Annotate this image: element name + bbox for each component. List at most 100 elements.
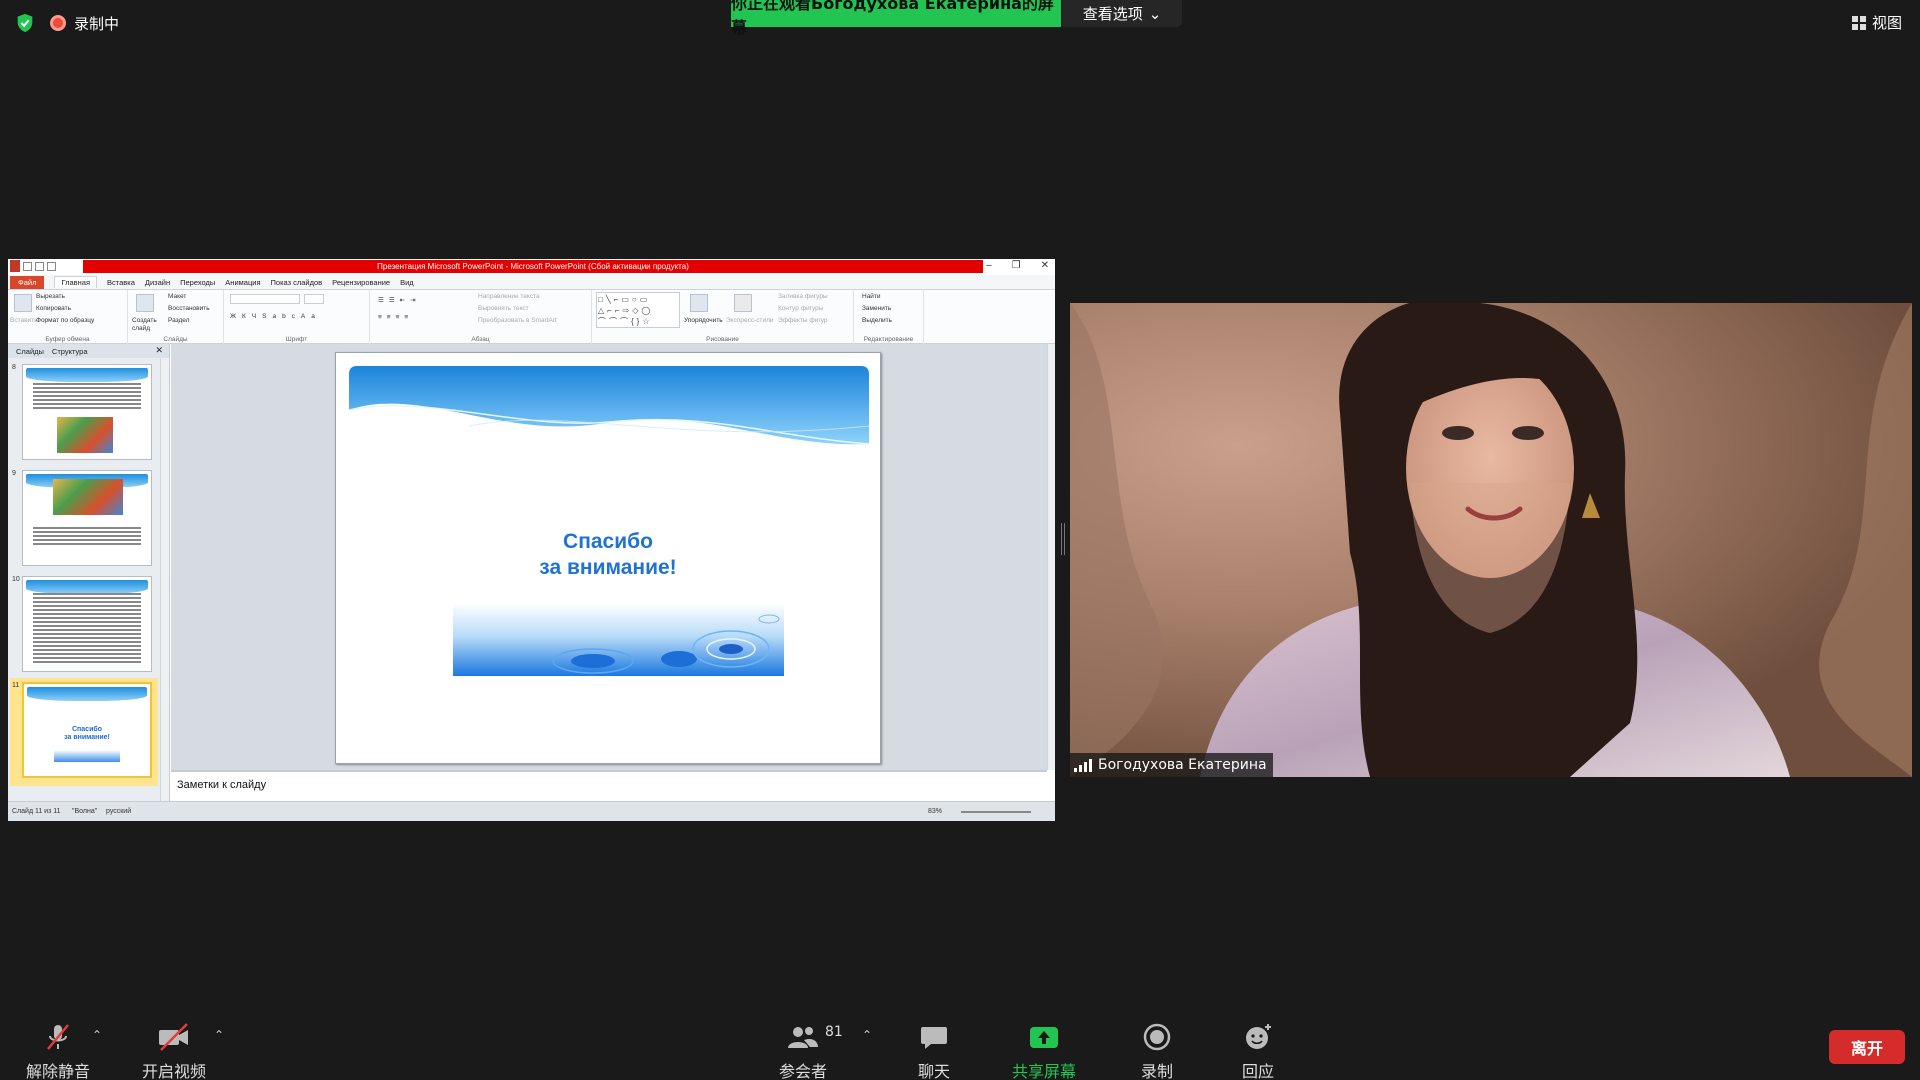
zoom-slider[interactable] (961, 811, 1031, 813)
close-icon[interactable]: ✕ (155, 345, 163, 356)
undo-icon[interactable] (35, 262, 44, 271)
layout-button[interactable]: Макет (168, 293, 186, 300)
shapes-gallery[interactable]: □╲⌐▭○▭ △⌐⌐⇨◇◯ ⌒⌒⌒{}☆ (596, 292, 680, 328)
paste-icon[interactable] (14, 294, 32, 312)
security-shield-icon[interactable] (14, 12, 36, 34)
shape-outline-button[interactable]: Контур фигуры (778, 305, 823, 312)
quick-styles-button[interactable]: Экспресс-стили (726, 317, 774, 324)
align-text-button[interactable]: Выровнять текст (478, 305, 529, 312)
thumbnail-wave (26, 580, 148, 594)
minimize-icon[interactable]: – (986, 260, 992, 271)
format-painter-button[interactable]: Формат по образцу (36, 317, 94, 324)
tab-slides[interactable]: Слайды (16, 347, 44, 356)
find-button[interactable]: Найти (862, 293, 881, 300)
participants-icon (788, 1027, 818, 1048)
tab-animations[interactable]: Анимация (225, 278, 260, 287)
reset-button[interactable]: Восстановить (168, 305, 210, 312)
chevron-down-icon: ⌄ (1148, 4, 1162, 23)
arrange-icon[interactable] (690, 294, 708, 312)
slides-pane: Слайды Структура ✕ 8 9 10 11 Спасибо за … (8, 344, 170, 801)
recording-label: 录制中 (74, 14, 120, 33)
section-button[interactable]: Раздел (168, 317, 189, 324)
paste-button[interactable]: Вставить (10, 317, 38, 324)
tab-review[interactable]: Рецензирование (332, 278, 390, 287)
unmute-button[interactable]: 解除静音 (26, 1022, 90, 1080)
slide-header-wave (349, 366, 869, 445)
record-button[interactable]: 录制 (1141, 1022, 1173, 1080)
notes-field[interactable]: Заметки к слайду (171, 770, 1047, 799)
powerpoint-logo-icon (10, 260, 20, 272)
thumbnail-title-line2: за внимание! (64, 734, 110, 741)
leave-meeting-button[interactable]: 离开 (1829, 1030, 1905, 1064)
save-icon[interactable] (23, 262, 32, 271)
thumbnail-image: Спасибо за внимание! (22, 682, 152, 778)
participant-video-tile[interactable]: Богодухова Екатерина (1070, 303, 1912, 777)
meeting-toolbar: 解除静音 ⌃ 开启视频 ⌃ 参会者 81 ⌃ 聊天 共享屏幕 录制 回应 (0, 1002, 1920, 1080)
restore-icon[interactable]: ❐ (1012, 260, 1021, 271)
convert-smartart-button[interactable]: Преобразовать в SmartArt (478, 317, 557, 324)
recording-dot-icon (50, 15, 66, 31)
video-options-caret-icon[interactable]: ⌃ (214, 1028, 224, 1042)
zoom-level: 83% (928, 808, 943, 815)
pane-scrollbar[interactable] (160, 358, 169, 801)
view-options-dropdown[interactable]: 查看选项 ⌄ (1062, 0, 1182, 27)
new-slide-icon[interactable] (136, 294, 154, 312)
view-button[interactable]: 视图 (1851, 12, 1902, 33)
editing-group-label: Редактирование (863, 336, 914, 343)
reactions-button[interactable]: 回应 (1242, 1022, 1274, 1080)
tab-file[interactable]: Файл (10, 275, 45, 289)
editing-group: Найти Заменить Выделить Редактирование (854, 290, 924, 344)
list-buttons[interactable]: ☰☰⇤⇥ (378, 296, 421, 304)
record-label: 录制 (1141, 1062, 1174, 1080)
participants-options-caret-icon[interactable]: ⌃ (862, 1028, 872, 1042)
shape-effects-button[interactable]: Эффекты фигур (778, 317, 828, 324)
cut-button[interactable]: Вырезать (36, 293, 65, 300)
tab-home[interactable]: Главная (54, 276, 97, 288)
slide-title-line2: за внимание! (539, 556, 677, 579)
redo-icon[interactable] (47, 262, 56, 271)
language-status: русский (106, 808, 132, 815)
share-screen-button[interactable]: 共享屏幕 (1012, 1022, 1076, 1080)
close-icon[interactable]: ✕ (1041, 260, 1049, 271)
thumbnail-image (22, 470, 152, 566)
split-view-drag-handle[interactable] (1061, 523, 1065, 555)
align-buttons[interactable]: ≡≡≡≡ (378, 314, 413, 321)
replace-button[interactable]: Заменить (862, 305, 891, 312)
tab-transitions[interactable]: Переходы (180, 278, 215, 287)
font-name-combo[interactable] (230, 294, 300, 304)
copy-button[interactable]: Копировать (36, 305, 71, 312)
arrange-button[interactable]: Упорядочить (684, 317, 723, 324)
new-slide-button[interactable]: Создать слайд (132, 317, 162, 333)
tab-insert[interactable]: Вставка (107, 278, 135, 287)
shape-fill-button[interactable]: Заливка фигуры (778, 293, 828, 300)
audio-options-caret-icon[interactable]: ⌃ (92, 1028, 102, 1042)
thumbnail-number: 11 (12, 682, 20, 689)
participants-button[interactable]: 参会者 (779, 1022, 827, 1080)
slide-title[interactable]: Спасибо за внимание! (336, 529, 880, 581)
tab-slideshow[interactable]: Показ слайдов (271, 278, 323, 287)
paragraph-group: ☰☰⇤⇥ ≡≡≡≡ Направление текста Выровнять т… (370, 290, 592, 344)
text-direction-button[interactable]: Направление текста (478, 293, 540, 300)
thumbnail-image (22, 576, 152, 672)
shared-screen-powerpoint[interactable]: Презентация Microsoft PowerPoint - Micro… (8, 259, 1055, 821)
participants-label: 参会者 (779, 1062, 828, 1080)
recording-indicator[interactable]: 录制中 (50, 13, 119, 34)
font-format-buttons[interactable]: ЖКЧSabcAa (230, 313, 321, 320)
chat-button[interactable]: 聊天 (918, 1022, 950, 1080)
slide-editor: Спасибо за внимание! (171, 344, 1047, 770)
thumbnail-number: 9 (12, 470, 16, 477)
clipboard-group: Вставить Вырезать Копировать Формат по о… (8, 290, 128, 344)
current-slide[interactable]: Спасибо за внимание! (335, 352, 881, 764)
chat-label: 聊天 (918, 1062, 951, 1080)
tab-outline[interactable]: Структура (52, 347, 88, 356)
thumbnail-footer-art (54, 750, 120, 762)
start-video-button[interactable]: 开启视频 (142, 1022, 206, 1080)
start-video-label: 开启视频 (142, 1062, 207, 1080)
tab-design[interactable]: Дизайн (145, 278, 170, 287)
slide-count-status: Слайд 11 из 11 (12, 808, 61, 815)
tab-view[interactable]: Вид (400, 278, 414, 287)
select-button[interactable]: Выделить (862, 317, 892, 324)
font-size-combo[interactable] (304, 294, 324, 304)
quick-styles-icon[interactable] (734, 294, 752, 312)
editor-scrollbar[interactable] (1047, 344, 1055, 770)
